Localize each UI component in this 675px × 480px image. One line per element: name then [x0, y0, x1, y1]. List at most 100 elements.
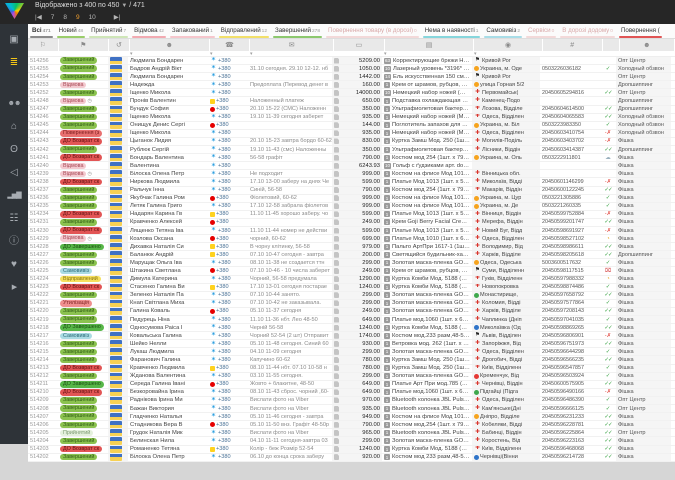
tracking-number[interactable]: [540, 73, 600, 80]
tracking-number[interactable]: 20450596547857: [540, 365, 600, 372]
table-row[interactable]: 514219 Завершений Педурець Ніна +380 11.…: [28, 316, 675, 324]
phone-prefix[interactable]: +380: [218, 397, 231, 403]
table-row[interactable]: 514248 Відмова◷ Пронів Валентин +380 Нал…: [28, 97, 675, 105]
table-row[interactable]: 514221 Утилізація Кнап Світлана Миха +38…: [28, 300, 675, 308]
table-row[interactable]: 514244 Повернення (з Іщенко Микола +380 …: [28, 130, 675, 138]
table-row[interactable]: 514242 Завершений Рублюк Сергій +380 19.…: [28, 146, 675, 154]
phone-prefix[interactable]: +380: [218, 300, 231, 306]
table-row[interactable]: 514236 Завершений Якубчак Галина Ром +38…: [28, 195, 675, 203]
column-header-bag-icon[interactable]: ▤: [385, 39, 474, 51]
tracking-number[interactable]: [540, 162, 600, 169]
tracking-number[interactable]: 20450596228781: [540, 421, 600, 428]
clients-icon[interactable]: ☻☻: [0, 92, 28, 115]
page-button-10[interactable]: 10: [89, 14, 96, 21]
tab-4[interactable]: Відмова42: [130, 24, 168, 38]
filter-caret[interactable]: ▾: [472, 51, 540, 56]
phone-prefix[interactable]: +380: [218, 349, 231, 355]
tracking-number[interactable]: [540, 170, 600, 177]
tracking-number[interactable]: 20450596503924: [540, 373, 600, 380]
table-row[interactable]: 514214 Завершений Фаранович Галина +380 …: [28, 356, 675, 364]
statistics-icon[interactable]: ▂▅▇: [0, 184, 28, 207]
column-header-phone-icon[interactable]: ☎: [210, 39, 250, 51]
phone-prefix[interactable]: +380: [218, 203, 231, 209]
phone-prefix[interactable]: +380: [218, 325, 231, 331]
tracking-number[interactable]: 0503221260335: [540, 203, 600, 210]
phone-prefix[interactable]: +380: [216, 211, 229, 217]
phone-prefix[interactable]: +380: [218, 317, 231, 323]
tab-12[interactable]: В дорозі додому0: [558, 24, 617, 38]
phone-prefix[interactable]: +380: [218, 341, 231, 347]
table-row[interactable]: 514207 Завершений Гладченко Наталья +380…: [28, 413, 675, 421]
column-header-money-icon[interactable]: ▭: [334, 39, 383, 51]
table-row[interactable]: 514235 Завершений Летяк Галина Григо +38…: [28, 203, 675, 211]
tracking-number[interactable]: 20450596486390: [540, 397, 600, 404]
tracking-number[interactable]: 20450597577864: [540, 300, 600, 307]
phone-prefix[interactable]: +380: [218, 357, 231, 363]
phone-prefix[interactable]: +380: [216, 284, 229, 290]
table-row[interactable]: 514229 Відмова◷ Козлова Оксана +380 чорн…: [28, 235, 675, 243]
phone-prefix[interactable]: +380: [216, 244, 229, 250]
tab-13[interactable]: Повернення (: [617, 24, 664, 38]
table-row[interactable]: 514203 ДО Возврат ск Романенко Тетяна +3…: [28, 446, 675, 454]
column-header-flag-icon[interactable]: ⚑: [59, 39, 108, 51]
table-row[interactable]: 514237 Завершений Ральчук Інна +380 Сині…: [28, 187, 675, 195]
shown-range-label[interactable]: Відображено з 400 по 450 ▼ / 471: [35, 2, 145, 9]
phone-prefix[interactable]: +380: [218, 228, 231, 234]
phone-prefix[interactable]: +380: [216, 236, 229, 242]
tab-5[interactable]: Запакований1: [168, 24, 217, 38]
phone-prefix[interactable]: +380: [218, 163, 231, 169]
phone-prefix[interactable]: +380: [218, 155, 231, 161]
last-page-button[interactable]: ▶|: [114, 13, 121, 21]
filter-caret[interactable]: ▾: [382, 51, 472, 56]
video-icon[interactable]: ▶: [0, 276, 28, 299]
table-row[interactable]: 514217 Самовивіз Ковальська Галина +380 …: [28, 332, 675, 340]
tracking-number[interactable]: 20450604065583: [540, 114, 600, 121]
table-row[interactable]: 514208 Завершений Бажан Виктория +380 Ви…: [28, 405, 675, 413]
table-row[interactable]: 514228 ДО Завершено Дихавка Наталія Си +…: [28, 243, 675, 251]
phone-prefix[interactable]: +380: [218, 138, 231, 144]
phone-prefix[interactable]: +380: [218, 438, 231, 444]
phone-prefix[interactable]: +380: [218, 66, 231, 72]
phone-prefix[interactable]: +380: [218, 179, 231, 185]
tracking-number[interactable]: 20450596225864: [540, 429, 600, 436]
tracking-number[interactable]: 20450596490166: [540, 389, 600, 396]
settings-icon[interactable]: ☷: [0, 207, 28, 230]
tracking-number[interactable]: 20450597208143: [540, 308, 600, 315]
table-row[interactable]: 514226 Завершений Марущак Ольга Іва +380…: [28, 259, 675, 267]
warehouse-icon[interactable]: ⌂: [0, 115, 28, 138]
tab-9[interactable]: Нема в наявності1: [421, 24, 483, 38]
tracking-number[interactable]: 20450597988332: [540, 276, 600, 283]
table-row[interactable]: 514218 ДО Завершено Односумова Раіса І +…: [28, 324, 675, 332]
table-row[interactable]: 514246 Завершений Іщенко Микола +380 19.…: [28, 114, 675, 122]
tracking-number[interactable]: 20450598691927: [540, 227, 600, 234]
tracking-number[interactable]: 20450598874486: [540, 284, 600, 291]
table-row[interactable]: 514240 Відмова Валентина +380 6243.93 10…: [28, 162, 675, 170]
phone-prefix[interactable]: +380: [216, 381, 229, 387]
filter-caret[interactable]: ▾: [248, 51, 332, 56]
tracking-number[interactable]: 20450596214728: [540, 454, 600, 461]
phone-prefix[interactable]: +380: [218, 292, 231, 298]
table-row[interactable]: 514239 Відмова◷ Білоска Олена Петр +380 …: [28, 170, 675, 178]
tracking-number[interactable]: 20450599752884: [540, 211, 600, 218]
tab-7[interactable]: Завершений278: [271, 24, 324, 38]
table-row[interactable]: 514224 Відправлений Димула Катерина +380…: [28, 276, 675, 284]
table-row[interactable]: 514256 Завершений Людмила Бондарен +380 …: [28, 57, 675, 65]
table-row[interactable]: 514252 Завершений Іщенко Микола +380 140…: [28, 89, 675, 97]
marketing-icon[interactable]: ◁: [0, 161, 28, 184]
filter-caret[interactable]: ▾: [128, 51, 208, 56]
page-button-8[interactable]: 8: [63, 14, 67, 21]
first-page-button[interactable]: |◀: [35, 13, 42, 21]
table-row[interactable]: 514204 Завершений Белинская Нила +380 04…: [28, 437, 675, 445]
tracking-number[interactable]: [540, 81, 600, 88]
column-header-person-icon[interactable]: ☻: [620, 39, 674, 51]
page-button-9[interactable]: 9: [76, 14, 80, 21]
table-row[interactable]: 514253 Відмова Надежда +380 Предоплата (…: [28, 81, 675, 89]
table-row[interactable]: 514245 Завершений Онищук Денис Сергі +38…: [28, 122, 675, 130]
tracking-number[interactable]: 20450596644298: [540, 348, 600, 355]
table-row[interactable]: 514243 ДО Возврат ск Цыганок Лидия +380 …: [28, 138, 675, 146]
phone-prefix[interactable]: +380: [218, 414, 231, 420]
column-header-callback-icon[interactable]: ↺: [109, 39, 129, 51]
phone-prefix[interactable]: +380: [216, 365, 229, 371]
table-row[interactable]: 514254 Завершений Людмила Бондарен +380 …: [28, 73, 675, 81]
table-row[interactable]: 514222 Завершений Зеленко Наталія Па +38…: [28, 292, 675, 300]
